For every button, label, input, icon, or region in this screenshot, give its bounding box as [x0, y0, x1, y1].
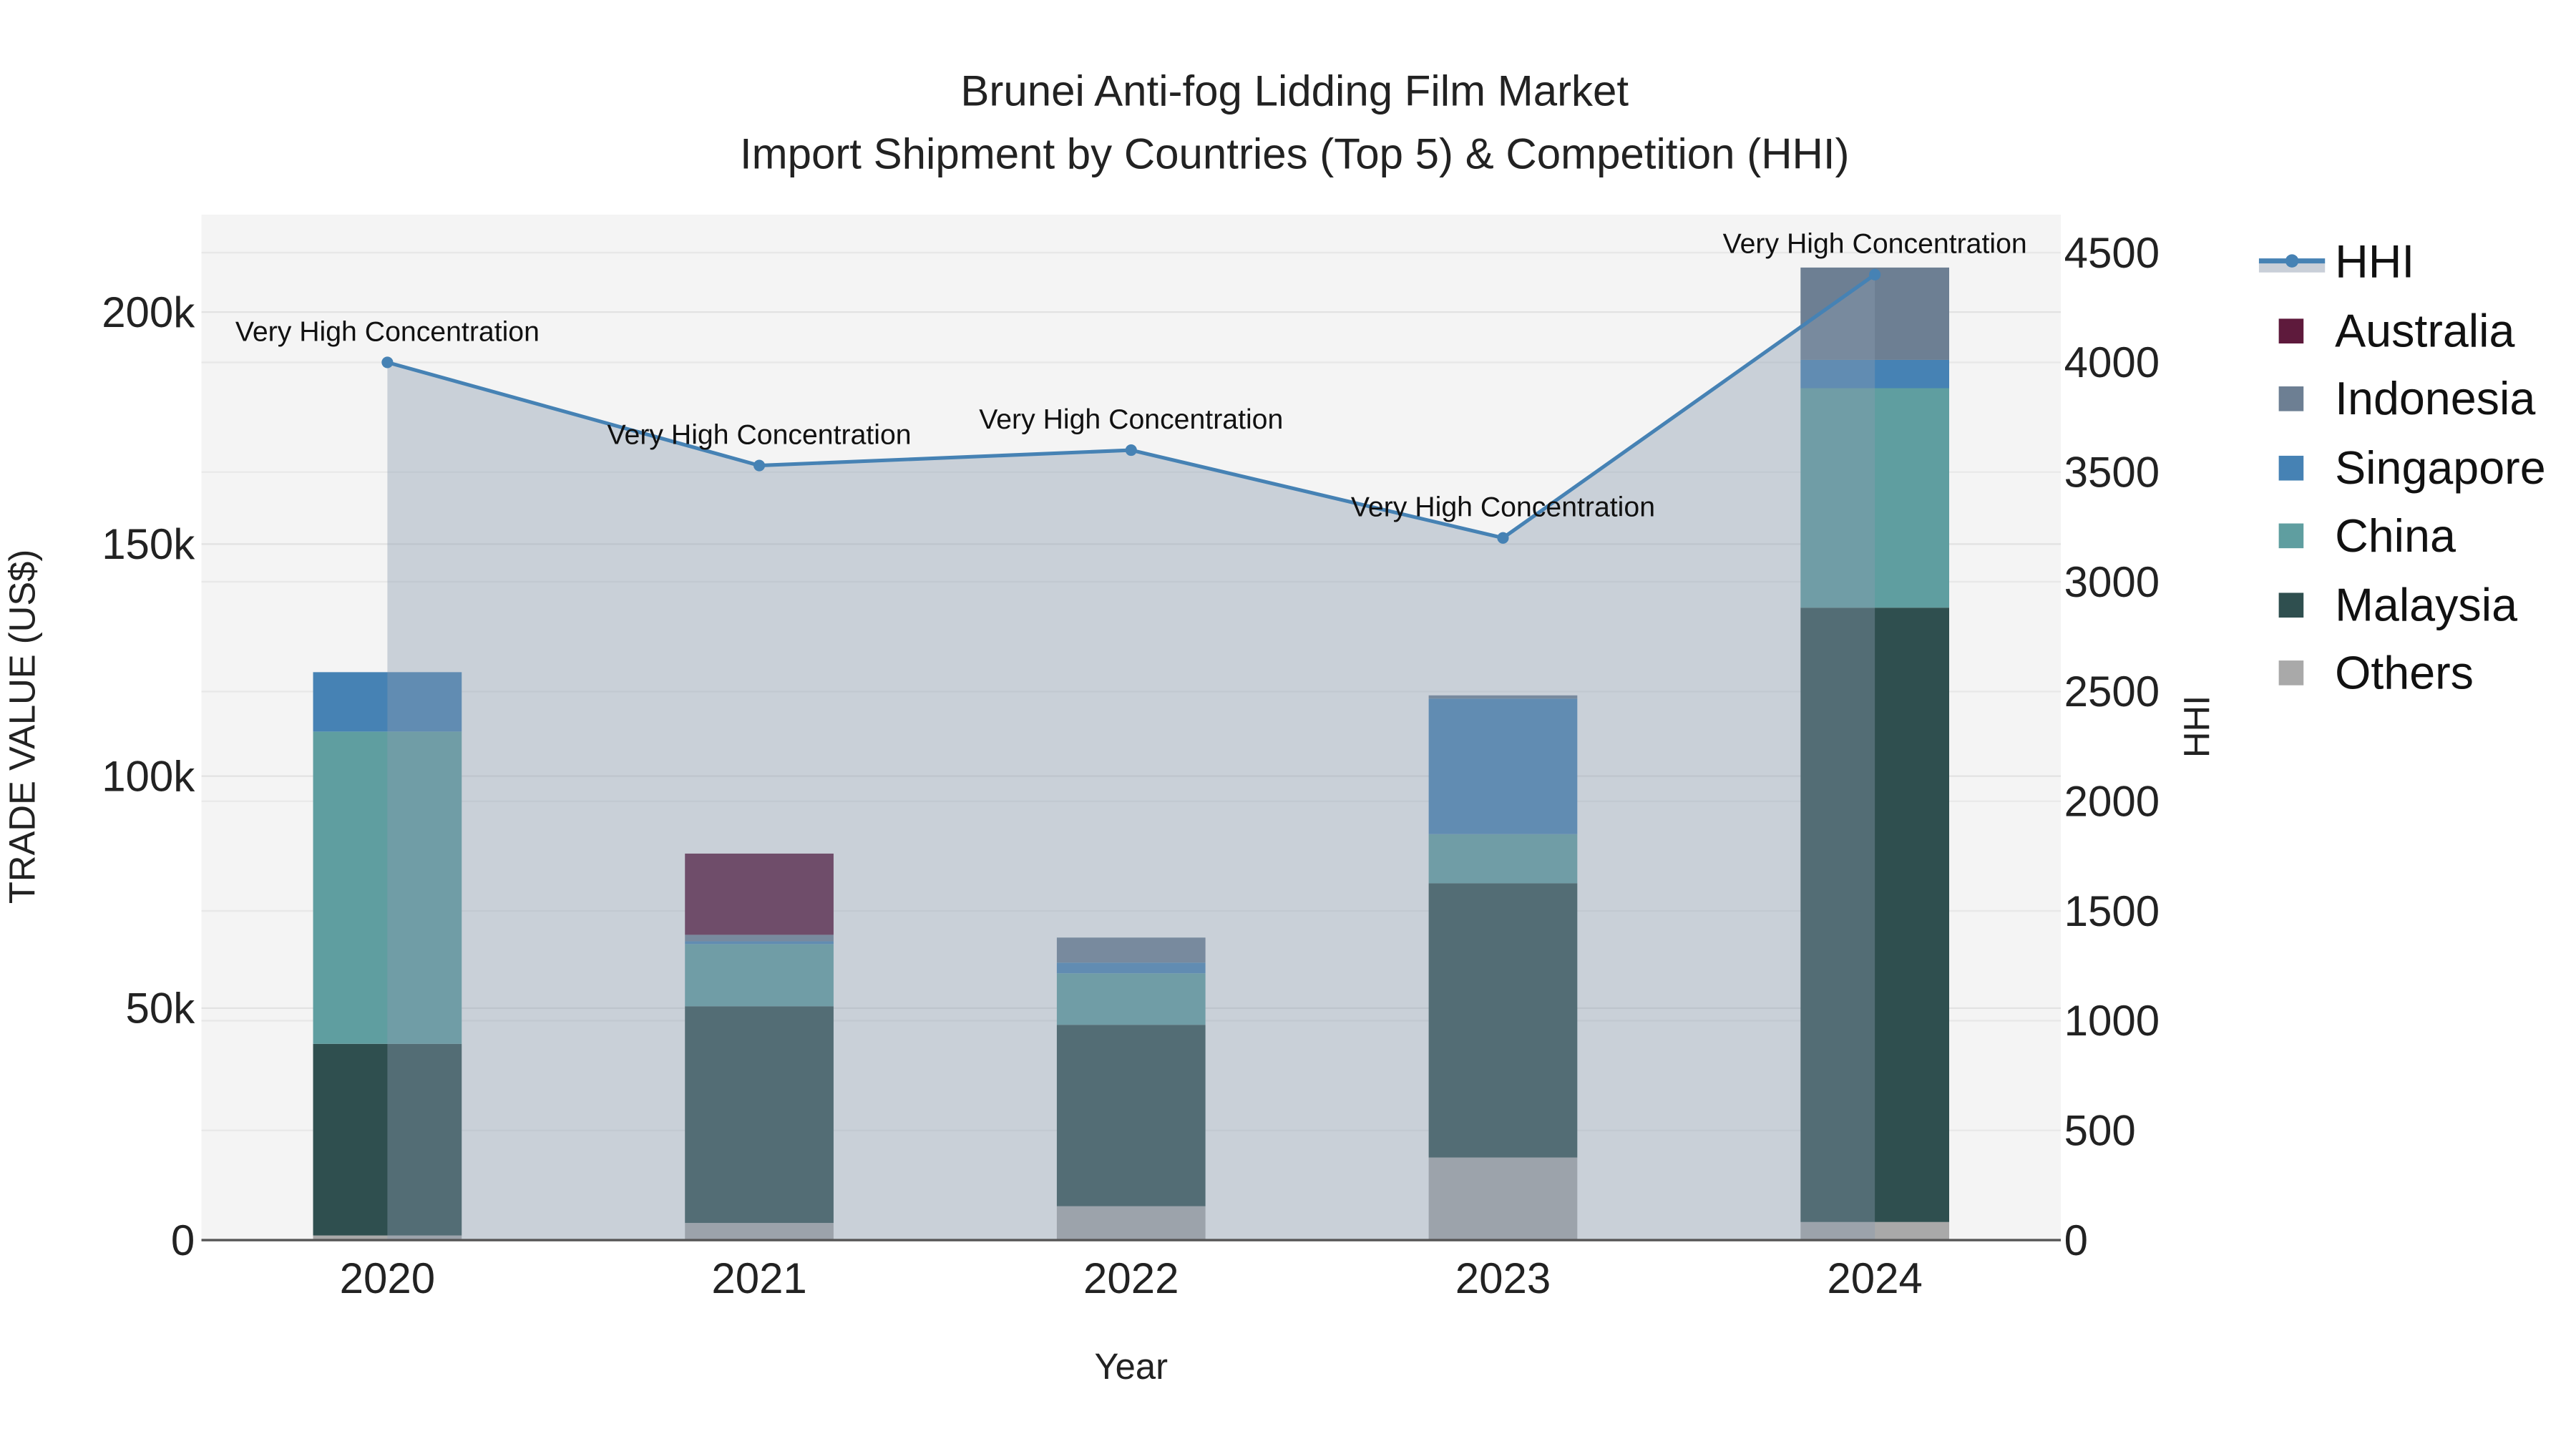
- x-axis-label: Year: [1094, 1346, 1168, 1387]
- legend-swatch-singapore: [2278, 455, 2304, 481]
- legend-label-hhi: HHI: [2335, 236, 2414, 288]
- legend-label-malaysia: Malaysia: [2335, 580, 2517, 631]
- legend-swatch-australia: [2278, 318, 2304, 343]
- y-tick-label: 200k: [102, 288, 195, 336]
- legend-swatch-indonesia: [2278, 386, 2304, 411]
- y-tick-label: 50k: [126, 985, 196, 1033]
- y2-tick-label: 3000: [2064, 558, 2160, 606]
- legend: HHI Australia Indonesia Singapore China Malay…: [2258, 236, 2546, 698]
- y2-tick-label: 3500: [2064, 449, 2160, 497]
- x-tick-label: 2020: [340, 1254, 435, 1302]
- chart: Brunei Anti-fog Lidding Film Market Impo…: [1, 67, 2546, 1387]
- x-tick-label: 2024: [1827, 1254, 1922, 1302]
- hhi-point: [381, 356, 394, 369]
- y2-tick-label: 4000: [2064, 338, 2160, 386]
- legend-swatch-malaysia: [2278, 592, 2304, 618]
- legend-label-china: China: [2335, 510, 2456, 562]
- y2-tick-label: 0: [2064, 1216, 2088, 1264]
- legend-label-indonesia: Indonesia: [2335, 373, 2535, 424]
- hhi-point: [1497, 532, 1509, 544]
- hhi-point: [753, 459, 766, 472]
- y2-tick-label: 2000: [2064, 778, 2160, 826]
- hhi-annotation: Very High Concentration: [1723, 228, 2027, 260]
- legend-swatch-china: [2278, 523, 2304, 549]
- y2-axis-label: HHI: [2177, 696, 2218, 758]
- hhi-point: [1869, 268, 1881, 280]
- x-tick-label: 2021: [711, 1254, 806, 1302]
- x-tick-label: 2022: [1083, 1254, 1179, 1302]
- legend-swatch-hhi-marker: [2285, 254, 2299, 268]
- hhi-point: [1125, 444, 1137, 457]
- x-tick-label: 2023: [1455, 1254, 1551, 1302]
- y2-tick-label: 4500: [2064, 229, 2160, 277]
- hhi-annotation: Very High Concentration: [1351, 492, 1655, 523]
- y-tick-label: 0: [171, 1216, 195, 1264]
- chart-subtitle: Import Shipment by Countries (Top 5) & C…: [740, 130, 1850, 177]
- hhi-annotation: Very High Concentration: [979, 404, 1283, 435]
- y-tick-label: 100k: [102, 752, 195, 800]
- hhi-annotation: Very High Concentration: [608, 419, 912, 451]
- y2-tick-label: 2500: [2064, 668, 2160, 716]
- chart-title: Brunei Anti-fog Lidding Film Market: [960, 67, 1629, 115]
- legend-label-australia: Australia: [2335, 306, 2514, 357]
- legend-label-others: Others: [2335, 647, 2474, 698]
- legend-swatch-others: [2278, 660, 2304, 686]
- y-tick-label: 150k: [102, 520, 195, 568]
- y-axis-label: TRADE VALUE (US$): [1, 550, 42, 904]
- legend-label-singapore: Singapore: [2335, 442, 2546, 494]
- y2-tick-label: 1000: [2064, 997, 2160, 1045]
- y2-tick-label: 500: [2064, 1107, 2136, 1155]
- hhi-annotation: Very High Concentration: [235, 316, 540, 347]
- y2-tick-label: 1500: [2064, 887, 2160, 935]
